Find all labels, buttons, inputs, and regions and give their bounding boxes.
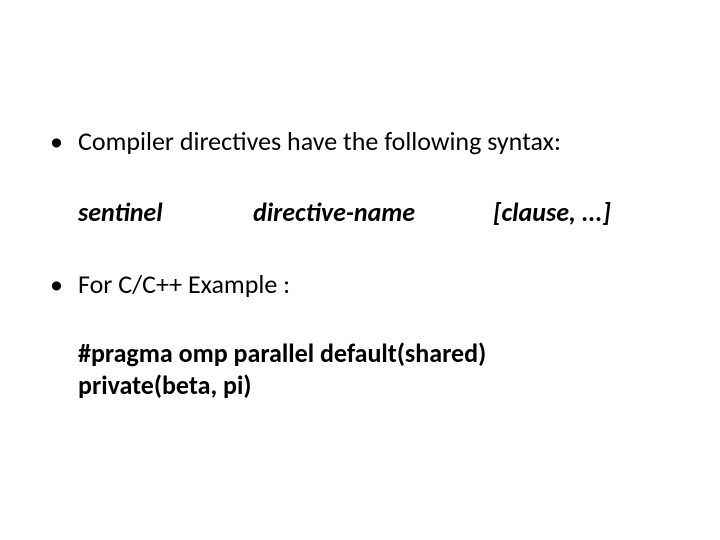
syntax-directive: directive-name bbox=[253, 196, 493, 229]
syntax-row: sentinel directive-name [clause, ...] bbox=[78, 196, 680, 229]
bullet-item-2: For C/C++ Example : bbox=[40, 268, 680, 301]
syntax-sentinel: sentinel bbox=[78, 196, 253, 229]
bullet-text-2: For C/C++ Example : bbox=[78, 268, 290, 300]
code-example: #pragma omp parallel default(shared) pri… bbox=[78, 337, 638, 402]
syntax-clause: [clause, ...] bbox=[493, 196, 611, 229]
bullet-list-2: For C/C++ Example : bbox=[40, 268, 680, 301]
bullet-text-1: Compiler directives have the following s… bbox=[78, 125, 561, 157]
bullet-item-1: Compiler directives have the following s… bbox=[40, 125, 680, 158]
slide: Compiler directives have the following s… bbox=[0, 0, 720, 540]
code-line-1: #pragma omp parallel default(shared) bbox=[78, 337, 638, 370]
code-line-2: private(beta, pi) bbox=[78, 369, 638, 402]
bullet-list: Compiler directives have the following s… bbox=[40, 125, 680, 158]
